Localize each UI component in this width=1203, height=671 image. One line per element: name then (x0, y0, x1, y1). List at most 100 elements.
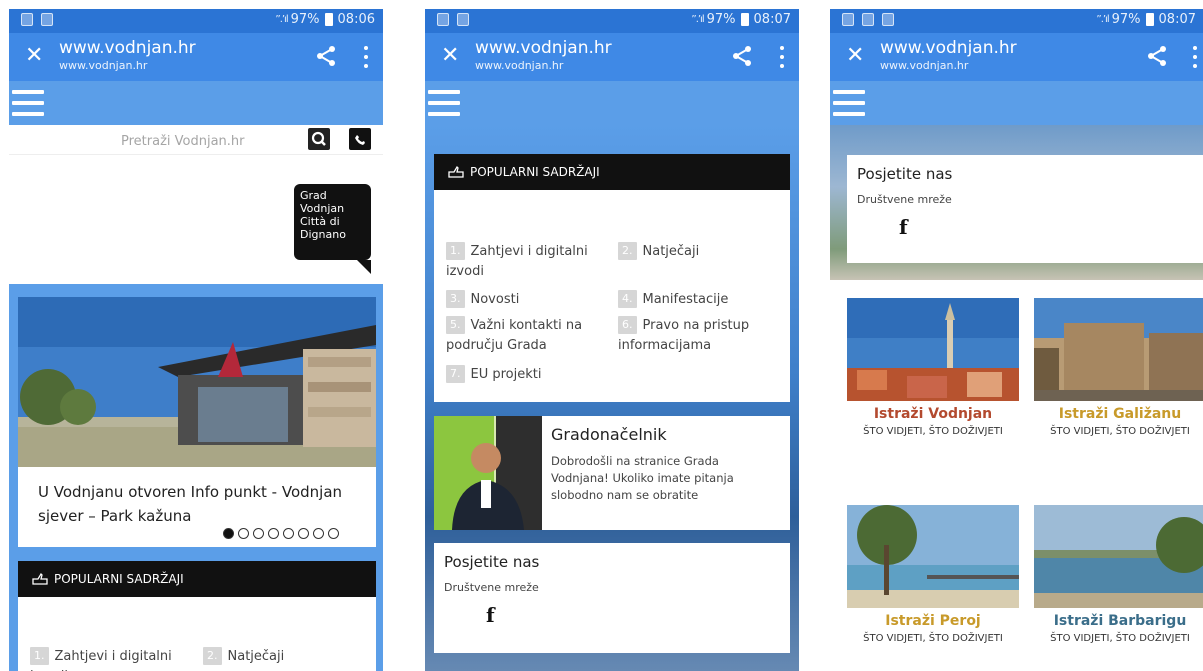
search-row (9, 125, 383, 155)
explore-card-galizana[interactable]: Istraži Galižanu ŠTO VIDJETI, ŠTO DOŽIVJ… (1034, 298, 1203, 494)
site-menu-bar (425, 81, 799, 125)
news-slider[interactable]: U Vodnjanu otvoren Info punkt - Vodnjan … (18, 297, 376, 547)
popular-item[interactable]: 2. Natječaji (618, 242, 699, 262)
facebook-icon[interactable]: f (486, 603, 495, 627)
item-label: Novosti (470, 292, 520, 307)
battery-level: 97% (1111, 12, 1141, 27)
visit-subtitle: Društvene mreže (857, 193, 952, 206)
battery-icon (1145, 13, 1154, 26)
town-photo (847, 298, 1019, 401)
visit-title: Posjetite nas (444, 553, 540, 571)
more-menu-icon[interactable] (363, 46, 369, 68)
popular-item[interactable]: 1.Zahtjevi i digitalni izvodi (446, 242, 606, 282)
share-icon[interactable] (315, 45, 337, 67)
more-menu-icon[interactable] (1192, 46, 1198, 68)
visit-us-card: Posjetite nas Društvene mreže f (434, 543, 790, 653)
popular-item[interactable]: 7. EU projekti (446, 365, 541, 385)
popular-heading: POPULARNI SADRŽAJI (54, 572, 184, 586)
item-label: Zahtjevi i digitalni (54, 649, 172, 664)
explore-subtitle: ŠTO VIDJETI, ŠTO DOŽIVJETI (1050, 426, 1190, 437)
town-photo (1034, 505, 1203, 608)
pagination-dot[interactable] (313, 528, 324, 539)
badge-line: Dignano (300, 228, 346, 241)
search-button[interactable] (308, 128, 330, 150)
mayor-card[interactable]: Gradonačelnik Dobrodošli na stranice Gra… (434, 416, 790, 530)
item-number: 7. (446, 365, 465, 383)
pagination-dot[interactable] (283, 528, 294, 539)
search-icon (311, 131, 326, 146)
hamburger-menu-icon[interactable] (12, 90, 44, 116)
popular-item[interactable]: 6. Pravo na pristup informacijama (618, 316, 783, 356)
town-photo (1034, 298, 1203, 401)
explore-card-barbariga[interactable]: Istraži Barbarigu ŠTO VIDJETI, ŠTO DOŽIV… (1034, 505, 1203, 671)
url-title: www.vodnjan.hr (880, 38, 1017, 58)
popular-header: POPULARNI SADRŽAJI (434, 154, 790, 190)
notification-icon (41, 13, 53, 26)
share-icon[interactable] (1146, 45, 1168, 67)
visit-us-card: Posjetite nas Društvene mreže f (847, 155, 1203, 263)
notification-icon (842, 13, 854, 26)
explore-card-vodnjan[interactable]: Istraži Vodnjan ŠTO VIDJETI, ŠTO DOŽIVJE… (847, 298, 1019, 494)
hamburger-menu-icon[interactable] (833, 90, 865, 116)
slider-pagination (223, 528, 339, 539)
explore-title: Istraži Galižanu (1058, 406, 1182, 422)
item-number: 3. (446, 290, 465, 308)
visit-subtitle: Društvene mreže (444, 581, 539, 594)
visit-title: Posjetite nas (857, 165, 953, 183)
mayor-text: Dobrodošli na stranice Grada Vodnjana! U… (551, 454, 734, 502)
signal-icon: ’’.’ıl (1096, 14, 1109, 25)
city-badge[interactable]: Grad Vodnjan Città di Dignano (294, 184, 371, 274)
item-label: Natječaji (642, 244, 700, 259)
facebook-icon[interactable]: f (899, 215, 908, 239)
pagination-dot[interactable] (223, 528, 234, 539)
item-number: 4. (618, 290, 637, 308)
explore-card-peroj[interactable]: Istraži Peroj ŠTO VIDJETI, ŠTO DOŽIVJETI (847, 505, 1019, 671)
close-icon[interactable]: ✕ (25, 43, 43, 69)
item-number: 2. (203, 647, 222, 665)
popular-item[interactable]: 2. Natječaji (203, 647, 284, 667)
clock: 08:07 (1158, 12, 1196, 27)
clock: 08:06 (337, 12, 375, 27)
pointing-hand-icon (448, 165, 464, 178)
battery-level: 97% (290, 12, 320, 27)
browser-toolbar: ✕ www.vodnjan.hr www.vodnjan.hr (425, 33, 799, 81)
item-number: 1. (446, 242, 465, 260)
more-menu-icon[interactable] (779, 46, 785, 68)
pagination-dot[interactable] (253, 528, 264, 539)
pointing-hand-icon (32, 572, 48, 585)
item-number: 5. (446, 316, 465, 334)
search-input[interactable] (121, 130, 291, 152)
url-subtitle: www.vodnjan.hr (475, 59, 564, 72)
site-menu-bar (9, 81, 383, 125)
site-menu-bar (830, 81, 1203, 125)
url-title: www.vodnjan.hr (475, 38, 612, 58)
popular-item[interactable]: 4. Manifestacije (618, 290, 728, 310)
item-number: 1. (30, 647, 49, 665)
screenshot-home: ’’.’ıl 97% 08:06 ✕ www.vodnjan.hr www.vo… (9, 9, 383, 671)
signal-icon: ’’.’ıl (691, 14, 704, 25)
hamburger-menu-icon[interactable] (428, 90, 460, 116)
popular-content-card: POPULARNI SADRŽAJI 1. Zahtjevi i digitaln… (18, 561, 376, 671)
notification-icon (437, 13, 449, 26)
item-number: 2. (618, 242, 637, 260)
explore-title: Istraži Peroj (885, 613, 981, 629)
popular-heading: POPULARNI SADRŽAJI (470, 165, 600, 179)
signal-icon: ’’.’ıl (275, 14, 288, 25)
share-icon[interactable] (731, 45, 753, 67)
popular-item[interactable]: 1.Zahtjevi i digitalni izvodi (30, 647, 172, 671)
pagination-dot[interactable] (298, 528, 309, 539)
popular-header: POPULARNI SADRŽAJI (18, 561, 376, 597)
pagination-dot[interactable] (328, 528, 339, 539)
pagination-dot[interactable] (238, 528, 249, 539)
status-bar: ’’.’ıl 97% 08:06 (9, 9, 383, 33)
notification-icon (882, 13, 894, 26)
close-icon[interactable]: ✕ (846, 43, 864, 69)
pagination-dot[interactable] (268, 528, 279, 539)
battery-level: 97% (706, 12, 736, 27)
popular-item[interactable]: 5. Važni kontakti na području Grada (446, 316, 606, 356)
slide-title[interactable]: U Vodnjanu otvoren Info punkt - Vodnjan … (38, 480, 358, 528)
call-button[interactable] (349, 128, 371, 150)
close-icon[interactable]: ✕ (441, 43, 459, 69)
explore-title: Istraži Vodnjan (873, 406, 993, 422)
popular-item[interactable]: 3. Novosti (446, 290, 519, 310)
